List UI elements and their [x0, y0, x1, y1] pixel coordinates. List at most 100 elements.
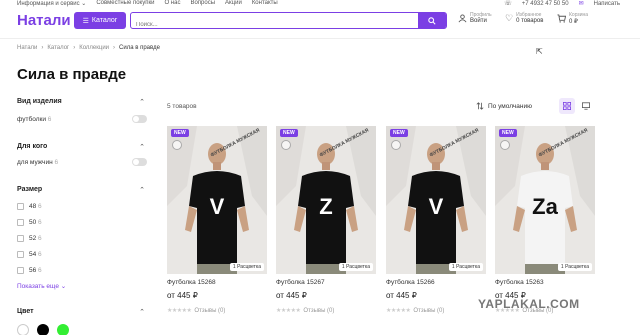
size-option[interactable]: 50 6: [17, 219, 42, 226]
search-input[interactable]: [131, 17, 411, 33]
product-card[interactable]: V NEW ФУТБОЛКА МУЖСКАЯ 1 Расцветка Футболка …: [167, 126, 267, 314]
color-swatch-green[interactable]: [57, 324, 69, 335]
mouse-cursor-icon: ⇱: [536, 47, 543, 56]
new-badge: NEW: [499, 129, 517, 137]
phone-number[interactable]: +7 4932 47 50 50: [522, 1, 569, 7]
color-count-tag: 1 Расцветка: [229, 263, 264, 271]
profile-value: Войти: [470, 18, 487, 24]
topbar-link-info[interactable]: Информация и сервис ⌄: [17, 0, 86, 7]
size-checkbox[interactable]: [17, 219, 24, 226]
search-icon: [428, 16, 436, 25]
filter-size[interactable]: Размер ⌃: [17, 186, 147, 194]
chevron-up-icon[interactable]: ⌃: [139, 308, 145, 316]
size-checkbox[interactable]: [17, 267, 24, 274]
chevron-up-icon[interactable]: ⌃: [139, 143, 145, 151]
top-info-bar: Информация и сервис ⌄ Совместные покупки…: [0, 0, 640, 8]
monitor-icon: [582, 102, 590, 110]
filter-option-count: 6: [54, 159, 59, 166]
product-image[interactable]: V NEW ФУТБОЛКА МУЖСКАЯ 1 Расцветка: [167, 126, 267, 274]
breadcrumb-catalog[interactable]: Каталог: [47, 45, 69, 51]
product-reviews[interactable]: ★★★★★ Отзывы (0): [386, 307, 486, 315]
filter-color-title: Цвет: [17, 308, 34, 315]
size-option[interactable]: 52 6: [17, 235, 42, 242]
size-option[interactable]: 48 6: [17, 203, 42, 210]
color-swatch-white[interactable]: [17, 324, 29, 335]
new-badge: NEW: [390, 129, 408, 137]
product-price: от 445 ₽: [167, 291, 198, 300]
new-badge: NEW: [171, 129, 189, 137]
sort-dropdown[interactable]: По умолчанию: [476, 102, 532, 110]
color-count-tag: 1 Расцветка: [557, 263, 592, 271]
product-card[interactable]: Za NEW ФУТБОЛКА МУЖСКАЯ 1 Расцветка Футболка…: [495, 126, 595, 314]
reviews-label: Отзывы (0): [194, 307, 226, 314]
size-label: 48: [29, 203, 37, 210]
size-checkbox[interactable]: [17, 235, 24, 242]
product-name[interactable]: Футболка 15268: [167, 279, 267, 286]
favorites-link[interactable]: ♡ Избранное 0 товаров: [505, 12, 543, 24]
color-swatch-black[interactable]: [37, 324, 49, 335]
rating-stars-icon: ★★★★★: [386, 308, 411, 314]
product-name[interactable]: Футболка 15267: [276, 279, 376, 286]
color-count-tag: 1 Расцветка: [448, 263, 483, 271]
chevron-up-icon[interactable]: ⌃: [139, 186, 145, 194]
product-card[interactable]: V NEW ФУТБОЛКА МУЖСКАЯ 1 Расцветка Футболка …: [386, 126, 486, 314]
product-reviews[interactable]: ★★★★★ Отзывы (0): [276, 307, 376, 315]
filter-size-title: Размер: [17, 186, 43, 193]
profile-link[interactable]: Профиль Войти: [458, 12, 492, 24]
grid-icon: [563, 102, 571, 110]
size-count: 6: [38, 203, 42, 210]
show-more-sizes[interactable]: Показать еще ⌄: [17, 282, 66, 290]
topbar-link-about[interactable]: О нас: [164, 0, 180, 7]
reviews-label: Отзывы (0): [413, 307, 445, 314]
heart-icon: ♡: [505, 12, 514, 23]
product-image[interactable]: V NEW ФУТБОЛКА МУЖСКАЯ 1 Расцветка: [386, 126, 486, 274]
filter-color[interactable]: Цвет ⌃: [17, 308, 147, 316]
filter-type[interactable]: Вид изделия ⌃: [17, 98, 147, 106]
list-view-button[interactable]: [578, 98, 594, 114]
rating-stars-icon: ★★★★★: [276, 308, 301, 314]
product-name[interactable]: Футболка 15266: [386, 279, 486, 286]
topbar-link-joint[interactable]: Совместные покупки: [96, 0, 154, 7]
size-count: 6: [38, 219, 42, 226]
topbar-link-faq[interactable]: Вопросы: [190, 0, 215, 7]
rating-stars-icon: ★★★★★: [167, 308, 192, 314]
breadcrumb: Натали › Каталог › Коллекции › Сила в пр…: [17, 45, 160, 51]
new-badge: NEW: [280, 129, 298, 137]
breadcrumb-home[interactable]: Натали: [17, 45, 37, 51]
size-option[interactable]: 56 6: [17, 267, 42, 274]
grid-view-button[interactable]: [559, 98, 575, 114]
cart-value: 0 ₽: [569, 19, 578, 25]
topbar-link-sales[interactable]: Акции: [225, 0, 242, 7]
size-option[interactable]: 54 6: [17, 251, 42, 258]
product-card[interactable]: Z NEW ФУТБОЛКА МУЖСКАЯ 1 Расцветка Футболка …: [276, 126, 376, 314]
breadcrumb-collections[interactable]: Коллекции: [79, 45, 109, 51]
product-reviews[interactable]: ★★★★★ Отзывы (0): [167, 307, 267, 315]
size-count: 6: [38, 251, 42, 258]
site-logo[interactable]: Натали: [17, 12, 71, 29]
size-checkbox[interactable]: [17, 203, 24, 210]
size-label: 54: [29, 251, 37, 258]
product-image[interactable]: Z NEW ФУТБОЛКА МУЖСКАЯ 1 Расцветка: [276, 126, 376, 274]
size-label: 52: [29, 235, 37, 242]
search-button[interactable]: [418, 12, 446, 29]
filter-option-label: для мужчин: [17, 159, 53, 166]
write-link[interactable]: Написать: [594, 1, 620, 7]
chevron-up-icon[interactable]: ⌃: [139, 98, 145, 106]
breadcrumb-separator: ›: [41, 45, 44, 51]
topbar-link-contacts[interactable]: Контакты: [252, 0, 278, 7]
product-name[interactable]: Футболка 15263: [495, 279, 595, 286]
filter-for-whom[interactable]: Для кого ⌃: [17, 143, 147, 151]
size-checkbox[interactable]: [17, 251, 24, 258]
reviews-label: Отзывы (0): [303, 307, 335, 314]
product-image[interactable]: Za NEW ФУТБОЛКА МУЖСКАЯ 1 Расцветка: [495, 126, 595, 274]
product-count: 5 товаров: [167, 103, 197, 110]
home-icon: [500, 140, 510, 150]
filter-toggle-tshirts[interactable]: [132, 115, 147, 123]
cart-link[interactable]: Корзина 0 ₽: [557, 12, 588, 25]
product-price: от 445 ₽: [386, 291, 417, 300]
filter-option-count: 6: [47, 116, 52, 123]
catalog-button[interactable]: ☰ Каталог: [74, 12, 126, 29]
breadcrumb-separator: ›: [113, 45, 116, 51]
filter-toggle-men[interactable]: [132, 158, 147, 166]
phone-icon: ☏: [504, 1, 512, 7]
